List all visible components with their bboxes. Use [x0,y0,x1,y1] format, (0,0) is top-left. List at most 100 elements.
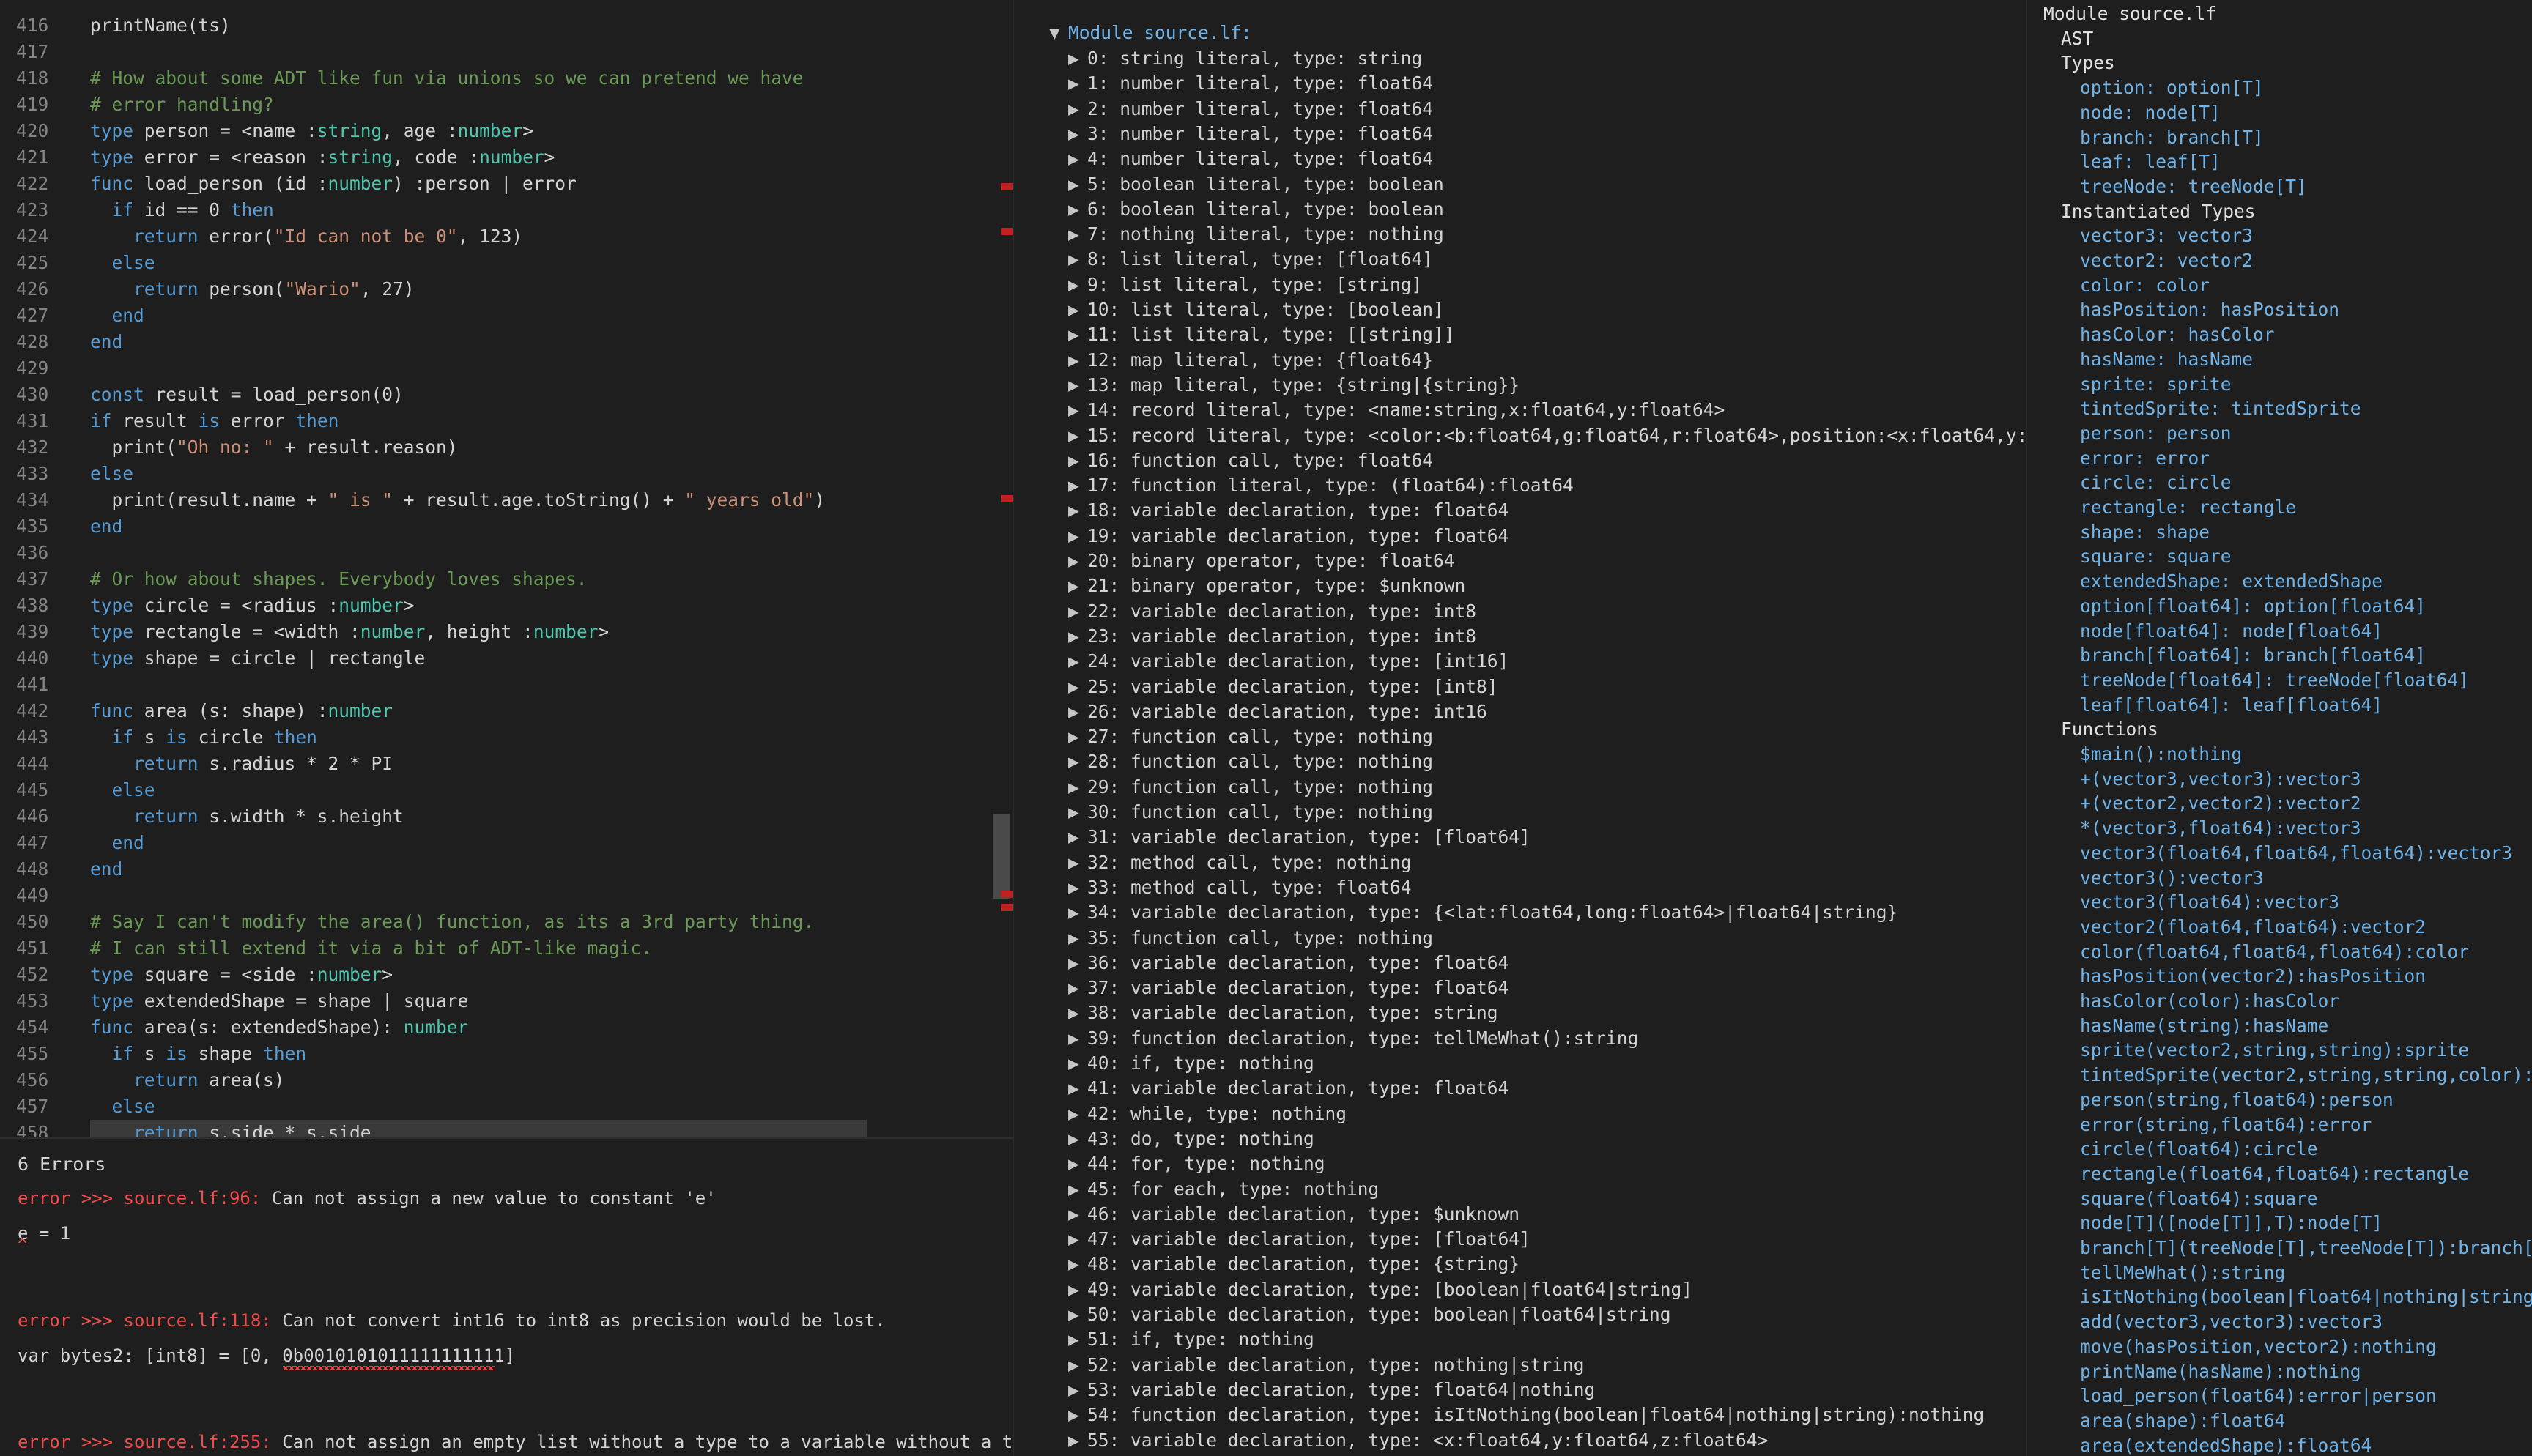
collapsed-triangle-icon[interactable]: ▶ [1068,1000,1087,1025]
ast-node[interactable]: ▶ 19: variable declaration, type: float64 [1068,524,1509,549]
ast-node[interactable]: ▶ 46: variable declaration, type: $unknow… [1068,1202,1519,1227]
collapsed-triangle-icon[interactable]: ▶ [1068,1428,1087,1453]
outline-instantiated-item[interactable]: treeNode[float64]: treeNode[float64] [2080,668,2469,693]
outline-type-item[interactable]: treeNode: treeNode[T] [2080,174,2307,199]
collapsed-triangle-icon[interactable]: ▶ [1068,373,1087,398]
ast-node[interactable]: ▶ 28: function call, type: nothing [1068,749,1433,774]
collapsed-triangle-icon[interactable]: ▶ [1068,1227,1087,1252]
ast-node[interactable]: ▶ 25: variable declaration, type: [int8] [1068,675,1498,699]
code-line[interactable]: 422 func load_person (id :number) :person… [0,171,1013,197]
collapsed-triangle-icon[interactable]: ▶ [1068,524,1087,549]
ast-node[interactable]: ▶ 9: list literal, type: [string] [1068,272,1422,297]
code-line[interactable]: 450 # Say I can't modify the area() funct… [0,909,1013,935]
ast-node[interactable]: ▶ 34: variable declaration, type: {<lat:f… [1068,900,1898,925]
collapsed-triangle-icon[interactable]: ▶ [1068,624,1087,649]
code-line[interactable]: 424 return error("Id can not be 0", 123) [0,223,1013,250]
collapsed-triangle-icon[interactable]: ▶ [1068,1076,1087,1101]
ast-node[interactable]: ▶ 20: binary operator, type: float64 [1068,549,1455,573]
outline-function-item[interactable]: *(vector3,float64):vector3 [2080,816,2361,841]
ast-node[interactable]: ▶ 37: variable declaration, type: float64 [1068,976,1509,1000]
error-entry-2-heading[interactable]: error >>> source.lf:118: Can not convert… [18,1310,886,1331]
error-ruler-marker[interactable] [1001,904,1013,911]
ast-node[interactable]: ▶ 12: map literal, type: {float64} [1068,348,1433,373]
outline-function-item[interactable]: tintedSprite(vector2,string,string,color… [2080,1063,2532,1088]
outline-function-item[interactable]: vector2(float64,float64):vector2 [2080,915,2426,940]
outline-instantiated-item[interactable]: error: error [2080,446,2210,471]
outline-function-item[interactable]: hasPosition(vector2):hasPosition [2080,964,2426,989]
collapsed-triangle-icon[interactable]: ▶ [1068,976,1087,1000]
ast-node[interactable]: ▶ 53: variable declaration, type: float64… [1068,1378,1595,1403]
outline-ast-label[interactable]: AST [2061,26,2093,51]
ast-node[interactable]: ▶ 14: record literal, type: <name:string,… [1068,398,1725,423]
error-location[interactable]: error >>> source.lf:118: [18,1310,272,1331]
outline-instantiated-item[interactable]: rectangle: rectangle [2080,495,2296,520]
outline-function-item[interactable]: person(string,float64):person [2080,1088,2394,1113]
collapsed-triangle-icon[interactable]: ▶ [1068,775,1087,800]
code-line[interactable]: 421 type error = <reason :string, code :n… [0,144,1013,171]
outline-instantiated-item[interactable]: extendedShape: extendedShape [2080,569,2383,594]
outline-function-item[interactable]: hasName(string):hasName [2080,1014,2328,1039]
ast-node[interactable]: ▶ 22: variable declaration, type: int8 [1068,599,1476,624]
collapsed-triangle-icon[interactable]: ▶ [1068,1151,1087,1176]
outline-type-item[interactable]: node: node[T] [2080,100,2221,125]
ast-node[interactable]: ▶ 27: function call, type: nothing [1068,724,1433,749]
outline-instantiated-item[interactable]: tintedSprite: tintedSprite [2080,396,2361,421]
ast-node[interactable]: ▶ 30: function call, type: nothing [1068,800,1433,825]
code-line[interactable]: 448 end [0,856,1013,883]
ast-node[interactable]: ▶ 35: function call, type: nothing [1068,926,1433,951]
outline-instantiated-item[interactable]: vector3: vector3 [2080,223,2253,248]
code-line[interactable]: 432 print("Oh no: " + result.reason) [0,434,1013,461]
collapsed-triangle-icon[interactable]: ▶ [1068,1202,1087,1227]
code-line[interactable]: 447 end [0,830,1013,856]
code-line[interactable]: 457 else [0,1093,1013,1120]
collapsed-triangle-icon[interactable]: ▶ [1068,1126,1087,1151]
code-line[interactable]: 423 if id == 0 then [0,197,1013,223]
code-line[interactable]: 452 type square = <side :number> [0,962,1013,988]
collapsed-triangle-icon[interactable]: ▶ [1068,850,1087,875]
ast-node[interactable]: ▶ 1: number literal, type: float64 [1068,71,1433,96]
error-entry-3-heading[interactable]: error >>> source.lf:255: Can not assign … [18,1432,1013,1452]
collapsed-triangle-icon[interactable]: ▶ [1068,272,1087,297]
collapsed-triangle-icon[interactable]: ▶ [1068,900,1087,925]
ast-node[interactable]: ▶ 0: string literal, type: string [1068,46,1422,71]
outline-instantiated-item[interactable]: square: square [2080,544,2232,569]
outline-instantiated-item[interactable]: vector2: vector2 [2080,248,2253,273]
outline-function-item[interactable]: +(vector2,vector2):vector2 [2080,791,2361,816]
code-line[interactable]: 443 if s is circle then [0,724,1013,751]
collapsed-triangle-icon[interactable]: ▶ [1068,46,1087,71]
collapsed-triangle-icon[interactable]: ▶ [1068,724,1087,749]
collapsed-triangle-icon[interactable]: ▶ [1068,951,1087,976]
code-line[interactable]: 434 print(result.name + " is " + result.… [0,487,1013,513]
code-line[interactable]: 440 type shape = circle | rectangle [0,645,1013,672]
collapsed-triangle-icon[interactable]: ▶ [1068,599,1087,624]
outline-instantiated-item[interactable]: option[float64]: option[float64] [2080,594,2426,619]
ast-node[interactable]: ▶ 29: function call, type: nothing [1068,775,1433,800]
outline-type-item[interactable]: option: option[T] [2080,75,2264,100]
code-line[interactable]: 426 return person("Wario", 27) [0,276,1013,302]
outline-instantiated-item[interactable]: sprite: sprite [2080,372,2232,397]
collapsed-triangle-icon[interactable]: ▶ [1068,1051,1087,1076]
code-line[interactable]: 453 type extendedShape = shape | square [0,988,1013,1014]
code-line[interactable]: 419 # error handling? [0,92,1013,118]
ast-node[interactable]: ▶ 40: if, type: nothing [1068,1051,1314,1076]
editor-scrollbar-thumb[interactable] [993,814,1010,899]
collapsed-triangle-icon[interactable]: ▶ [1068,549,1087,573]
ast-node[interactable]: ▶ 4: number literal, type: float64 [1068,146,1433,171]
outline-instantiated-item[interactable]: hasPosition: hasPosition [2080,297,2339,322]
code-line[interactable]: 455 if s is shape then [0,1041,1013,1067]
code-line[interactable]: 416 printName(ts) [0,12,1013,39]
collapsed-triangle-icon[interactable]: ▶ [1068,1277,1087,1302]
collapsed-triangle-icon[interactable]: ▶ [1068,875,1087,900]
code-line[interactable]: 456 return area(s) [0,1067,1013,1093]
outline-instantiated-item[interactable]: shape: shape [2080,520,2210,545]
ast-node[interactable]: ▶ 16: function call, type: float64 [1068,448,1433,473]
ast-node[interactable]: ▶ 15: record literal, type: <color:<b:flo… [1068,423,2027,448]
collapsed-triangle-icon[interactable]: ▶ [1068,1378,1087,1403]
ast-node[interactable]: ▶ 31: variable declaration, type: [float6… [1068,825,1530,850]
outline-function-item[interactable]: vector3(float64,float64,float64):vector3 [2080,841,2512,866]
code-line[interactable]: 442 func area (s: shape) :number [0,698,1013,724]
code-line[interactable]: 418 # How about some ADT like fun via uni… [0,65,1013,92]
ast-node[interactable]: ▶ 17: function literal, type: (float64):f… [1068,473,1574,498]
ast-node[interactable]: ▶ 7: nothing literal, type: nothing [1068,222,1444,247]
collapsed-triangle-icon[interactable]: ▶ [1068,699,1087,724]
